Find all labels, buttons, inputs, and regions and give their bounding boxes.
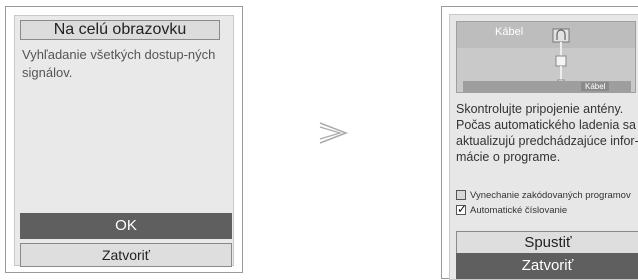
fullscreen-title: Na celú obrazovku [20,20,220,40]
auto-numbering-label: Automatické číslovanie [470,205,568,216]
auto-numbering-checkbox[interactable]: ✓ [456,202,468,217]
next-arrow-icon [319,122,349,144]
antenna-connection-illustration: Kábel Kábel [456,21,636,93]
start-button[interactable]: Spustiť [456,231,638,255]
close-button-left[interactable]: Zatvoriť [20,243,232,267]
checkmark-icon: ✓ [457,202,468,217]
cable-label-bottom: Kábel [581,82,610,91]
scan-description: Vyhľadanie všetkých dostup-ných signálov… [22,47,216,80]
skip-scrambled-option[interactable]: Vynechanie zakódovaných programov [456,190,631,202]
close-button-right[interactable]: Zatvoriť [456,253,638,279]
antenna-description: Skontrolujte pripojenie antény. Počas au… [456,102,638,164]
skip-scrambled-label: Vynechanie zakódovaných programov [470,190,631,201]
auto-tuning-dialog: Kábel Kábel Skontrolujte pripojenie anté… [441,6,638,280]
auto-numbering-option[interactable]: ✓ Automatické číslovanie [456,202,568,217]
ok-button[interactable]: OK [20,213,232,239]
skip-scrambled-checkbox[interactable] [456,190,466,201]
